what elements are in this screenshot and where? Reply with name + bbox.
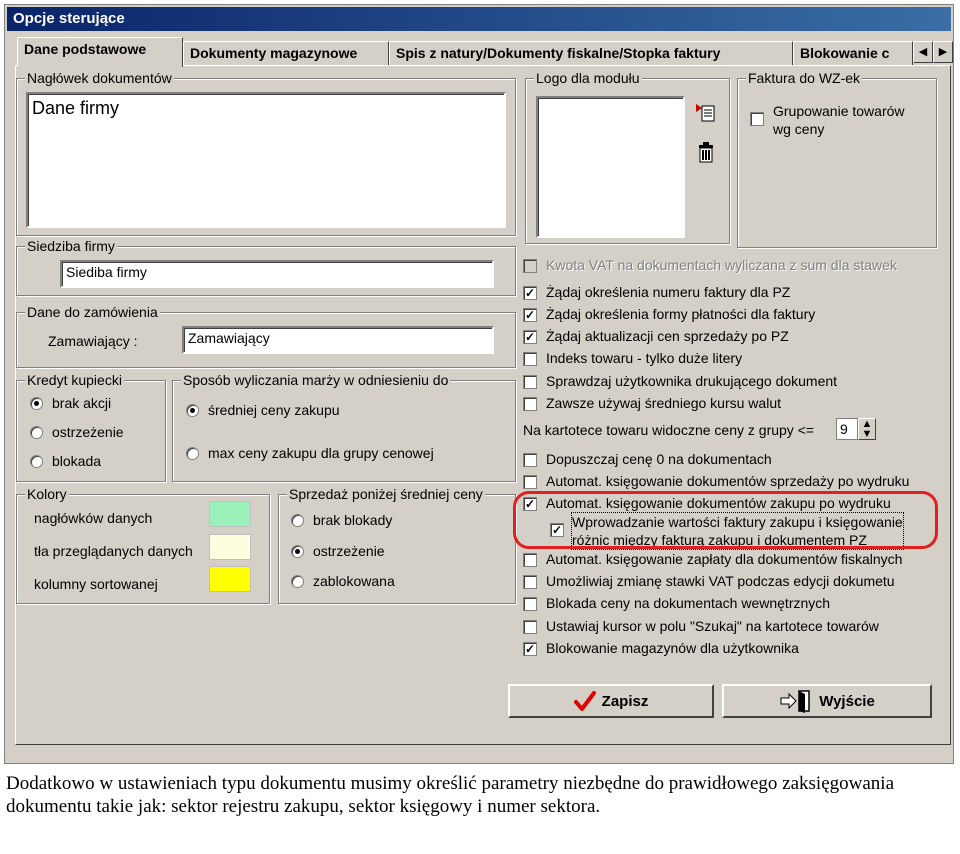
color-header-label: nagłówków danych xyxy=(34,510,153,526)
tab-dokumenty-magazynowe[interactable]: Dokumenty magazynowe xyxy=(183,41,389,65)
order-data-title: Dane do zamówienia xyxy=(25,304,160,320)
orderer-label: Zamawiający : xyxy=(48,333,138,349)
below-radio-warning[interactable] xyxy=(291,545,304,558)
logo-title: Logo dla modułu xyxy=(534,70,642,86)
option-label-average-rate: Zawsze używaj średniego kursu walut xyxy=(546,395,781,411)
company-seat-input[interactable]: Siediba firmy xyxy=(60,260,494,288)
price-groups-label: Na kartotece towaru widoczne ceny z grup… xyxy=(523,422,815,438)
option-checkbox-payment-form[interactable]: ✓ xyxy=(523,308,537,322)
credit-option-none: brak akcji xyxy=(52,395,112,411)
option-label-payment-form: Żądaj określenia formy płatności dla fak… xyxy=(546,306,816,322)
option-checkbox-price-update[interactable]: ✓ xyxy=(523,330,537,344)
highlight-annotation xyxy=(513,491,938,549)
below-option-warning: ostrzeżenie xyxy=(313,543,385,559)
exit-button[interactable]: Wyjście xyxy=(722,684,932,718)
option-checkbox-vat-change[interactable] xyxy=(523,575,537,589)
credit-option-block: blokada xyxy=(52,453,102,469)
below-average-title: Sprzedaż poniżej średniej ceny xyxy=(287,486,485,502)
document-header-value: Dane firmy xyxy=(32,98,120,118)
credit-title: Kredyt kupiecki xyxy=(25,372,124,388)
option-checkbox-warehouse-lock[interactable]: ✓ xyxy=(523,642,537,656)
tab-scroll-left-icon[interactable]: ◀ xyxy=(913,41,933,63)
below-radio-none[interactable] xyxy=(291,514,304,527)
orderer-input[interactable]: Zamawiający xyxy=(182,326,494,354)
save-button-label: Zapisz xyxy=(601,692,649,710)
below-option-none: brak blokady xyxy=(313,512,393,528)
group-by-price-checkbox[interactable] xyxy=(750,112,764,126)
option-label-auto-sales: Automat. księgowanie dokumentów sprzedaż… xyxy=(546,473,910,489)
wz-invoice-title: Faktura do WZ-ek xyxy=(746,70,863,86)
exit-door-icon xyxy=(779,689,813,713)
save-button[interactable]: Zapisz xyxy=(508,684,714,718)
tab-spis-z-natury[interactable]: Spis z natury/Dokumenty fiskalne/Stopka … xyxy=(389,41,793,65)
option-checkbox-zero-price[interactable] xyxy=(523,453,537,467)
option-checkbox-invoice-number[interactable]: ✓ xyxy=(523,286,537,300)
credit-radio-warning[interactable] xyxy=(30,426,43,439)
option-checkbox-auto-sales[interactable] xyxy=(523,475,537,489)
option-label-fiscal-payment: Automat. księgowanie zapłaty dla dokumen… xyxy=(546,551,903,567)
color-header-swatch[interactable] xyxy=(209,501,251,527)
spinner-arrows-icon[interactable]: ▲ ▼ xyxy=(858,418,876,440)
option-label-price-update: Żądaj aktualizacji cen sprzedaży po PZ xyxy=(546,328,789,344)
caption-text: Dodatkowo w ustawieniach typu dokumentu … xyxy=(6,773,895,817)
document-header-title: Nagłówek dokumentów xyxy=(25,70,174,86)
group-by-price-label: Grupowanie towarów wg ceny xyxy=(773,103,905,137)
exit-button-label: Wyjście xyxy=(819,692,875,710)
option-label-internal-price: Blokada ceny na dokumentach wewnętrznych xyxy=(546,595,831,611)
trash-icon[interactable] xyxy=(696,140,716,164)
colors-title: Kolory xyxy=(25,486,69,502)
price-groups-spinner[interactable]: 9 ▲ ▼ xyxy=(836,418,876,440)
option-checkbox-internal-price[interactable] xyxy=(523,597,537,611)
option-label-uppercase-index: Indeks towaru - tylko duże litery xyxy=(546,350,743,366)
tab-scroll-right-icon[interactable]: ▶ xyxy=(933,41,953,63)
logo-preview xyxy=(536,96,685,238)
color-sorted-label: kolumny sortowanej xyxy=(34,576,158,592)
option-checkbox-search-cursor[interactable] xyxy=(523,620,537,634)
below-radio-blocked[interactable] xyxy=(291,575,304,588)
checkmark-icon xyxy=(573,690,596,712)
margin-option-max: max ceny zakupu dla grupy cenowej xyxy=(208,445,434,461)
price-groups-value[interactable]: 9 xyxy=(836,418,858,440)
credit-radio-block[interactable] xyxy=(30,455,43,468)
margin-radio-max[interactable] xyxy=(186,447,199,460)
margin-option-average: średniej ceny zakupu xyxy=(208,402,340,418)
vat-sum-label: Kwota VAT na dokumentach wyliczana z sum… xyxy=(546,257,897,273)
window-title: Opcje sterujące xyxy=(7,7,951,31)
vat-sum-checkbox xyxy=(523,259,537,273)
credit-radio-none[interactable] xyxy=(30,397,43,410)
color-sorted-swatch[interactable] xyxy=(209,566,251,592)
margin-radio-average[interactable] xyxy=(186,404,199,417)
color-background-swatch[interactable] xyxy=(209,534,251,560)
margin-group: Sposób wyliczania marży w odniesieniu do xyxy=(172,372,516,482)
tab-blokowanie[interactable]: Blokowanie c xyxy=(793,41,913,65)
document-header-textarea[interactable]: Dane firmy xyxy=(26,92,506,228)
option-label-check-printer: Sprawdzaj użytkownika drukującego dokume… xyxy=(546,373,838,389)
option-label-invoice-number: Żądaj określenia numeru faktury dla PZ xyxy=(546,284,791,300)
color-background-label: tła przeglądanych danych xyxy=(34,543,193,559)
tab-strip: Dane podstawowe Dokumenty magazynowe Spi… xyxy=(17,37,953,67)
option-label-zero-price: Dopuszczaj cenę 0 na dokumentach xyxy=(546,451,772,467)
option-label-vat-change: Umożliwiaj zmianę stawki VAT podczas edy… xyxy=(546,573,895,589)
add-logo-icon[interactable] xyxy=(694,100,718,124)
below-option-blocked: zablokowana xyxy=(313,573,395,589)
credit-option-warning: ostrzeżenie xyxy=(52,424,124,440)
option-checkbox-check-printer[interactable] xyxy=(523,375,537,389)
company-seat-title: Siedziba firmy xyxy=(25,238,117,254)
option-checkbox-fiscal-payment[interactable] xyxy=(523,553,537,567)
option-checkbox-uppercase-index[interactable] xyxy=(523,352,537,366)
option-label-warehouse-lock: Blokowanie magazynów dla użytkownika xyxy=(546,640,799,656)
option-checkbox-average-rate[interactable] xyxy=(523,397,537,411)
margin-title: Sposób wyliczania marży w odniesieniu do xyxy=(181,372,451,388)
option-label-search-cursor: Ustawiaj kursor w polu "Szukaj" na karto… xyxy=(546,618,879,634)
tab-dane-podstawowe[interactable]: Dane podstawowe xyxy=(17,37,183,67)
